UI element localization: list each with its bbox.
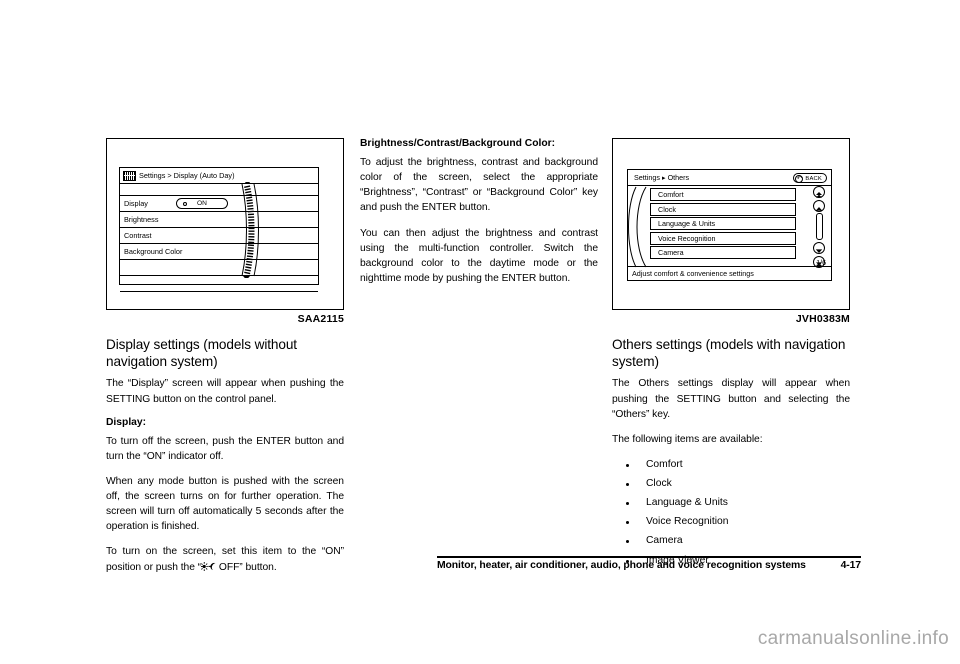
screen-row-label: Display: [124, 199, 148, 208]
menu-item-clock[interactable]: Clock: [650, 202, 796, 216]
scroll-down-icon[interactable]: [813, 242, 825, 254]
status-bar: Adjust comfort & convenience settings: [628, 266, 831, 280]
screen-row-contrast[interactable]: Contrast: [120, 228, 318, 244]
list-item: Camera: [612, 533, 850, 548]
middle-column: Brightness/Contrast/Background Color: To…: [360, 138, 598, 296]
nav-scroll-controls: [812, 186, 828, 268]
menu-item-label: Clock: [658, 204, 676, 214]
footer-page-number: 4-17: [840, 560, 862, 571]
screen-title-bar: Settings > Display (Auto Day): [120, 168, 318, 184]
section-heading-display-settings: Display settings (models without navigat…: [106, 337, 297, 369]
nav-screen-title-bar: Settings ▸ Others ↶ BACK: [628, 170, 831, 186]
back-button-label: BACK: [805, 175, 822, 182]
site-watermark: carmanualsonline.info: [757, 628, 949, 649]
toggle-label: ON: [197, 200, 207, 207]
back-button[interactable]: ↶ BACK: [793, 172, 827, 183]
section-heading-others-settings: Others settings (models with navigation …: [612, 337, 846, 369]
figure-caption-left: SAA2115: [297, 313, 344, 325]
back-arrow-icon: ↶: [795, 174, 804, 183]
menu-item-label: Voice Recognition: [658, 233, 716, 243]
nav-screen-body: Comfort Clock Language & Units Voice Rec…: [628, 186, 831, 268]
menu-item-label: Language & Units: [658, 219, 716, 228]
paragraph-multifunction-controller: You can then adjust the brightness and c…: [360, 227, 598, 284]
screen-row-empty-1: [120, 260, 318, 276]
list-item: Language & Units: [612, 495, 850, 510]
footer-divider: [437, 556, 861, 558]
paragraph-display-intro: The “Display” screen will appear when pu…: [106, 378, 344, 405]
page-footer: Monitor, heater, air conditioner, audio,…: [0, 556, 960, 578]
figure-caption-right: JVH0383M: [795, 313, 850, 325]
screen-row-label: Background Color: [124, 247, 183, 256]
others-settings-screen: Settings ▸ Others ↶ BACK Comfort Clock L…: [627, 169, 832, 281]
screen-row-empty-2: [120, 276, 318, 292]
menu-item-voice-recognition[interactable]: Voice Recognition: [650, 231, 796, 245]
others-items-list: Comfort Clock Language & Units Voice Rec…: [612, 457, 850, 568]
paragraph-following-items: The following items are available:: [612, 433, 763, 445]
toggle-indicator-dot: [183, 202, 187, 206]
display-panel-icon: [123, 170, 136, 181]
list-item: Comfort: [612, 457, 850, 472]
subheading-brightness-contrast: Brightness/Contrast/Background Color:: [360, 138, 556, 149]
screen-row-label: Brightness: [124, 215, 159, 224]
footer-chapter-title: Monitor, heater, air conditioner, audio,…: [437, 560, 806, 571]
left-curve-decoration: [628, 186, 647, 268]
screen-row-display[interactable]: Display ON: [120, 196, 318, 212]
menu-item-label: Camera: [658, 248, 684, 257]
screen-row-brightness[interactable]: Brightness: [120, 212, 318, 228]
screen-spacer-row: [120, 184, 318, 196]
figure-box-left: Settings > Display (Auto Day) Display ON…: [106, 138, 344, 310]
menu-item-label: Comfort: [658, 190, 684, 199]
list-item: Clock: [612, 476, 850, 491]
footer-content: Monitor, heater, air conditioner, audio,…: [437, 560, 861, 571]
screen-row-background-color[interactable]: Background Color: [120, 244, 318, 260]
nav-screen-title-text: Settings ▸ Others: [634, 173, 690, 182]
paragraph-adjust-settings: To adjust the brightness, contrast and b…: [360, 157, 598, 214]
left-column: Settings > Display (Auto Day) Display ON…: [106, 138, 344, 585]
menu-item-language-units[interactable]: Language & Units: [650, 217, 796, 230]
display-settings-screen: Settings > Display (Auto Day) Display ON…: [119, 167, 319, 292]
paragraph-turn-off-screen: To turn off the screen, push the ENTER b…: [106, 435, 344, 462]
subheading-display: Display:: [106, 416, 147, 428]
display-on-toggle[interactable]: ON: [176, 198, 228, 209]
scroll-page-up-icon[interactable]: [813, 186, 825, 198]
paragraph-mode-button: When any mode button is pushed with the …: [106, 475, 344, 533]
screen-title-text: Settings > Display (Auto Day): [139, 171, 235, 180]
menu-item-comfort[interactable]: Comfort: [650, 188, 796, 201]
figure-display-settings: Settings > Display (Auto Day) Display ON…: [106, 138, 344, 325]
paragraph-others-intro: The Others settings display will appear …: [612, 378, 850, 420]
screen-row-label: Contrast: [124, 231, 152, 240]
scroll-up-icon[interactable]: [813, 200, 825, 212]
right-column: Settings ▸ Others ↶ BACK Comfort Clock L…: [612, 138, 850, 572]
list-item: Voice Recognition: [612, 514, 850, 529]
scrollbar-track[interactable]: [815, 213, 823, 240]
figure-others-settings: Settings ▸ Others ↶ BACK Comfort Clock L…: [612, 138, 850, 325]
figure-box-right: Settings ▸ Others ↶ BACK Comfort Clock L…: [612, 138, 850, 310]
menu-item-camera[interactable]: Camera: [650, 246, 796, 259]
manual-page: Settings > Display (Auto Day) Display ON…: [0, 0, 960, 664]
others-menu-list: Comfort Clock Language & Units Voice Rec…: [650, 188, 796, 261]
